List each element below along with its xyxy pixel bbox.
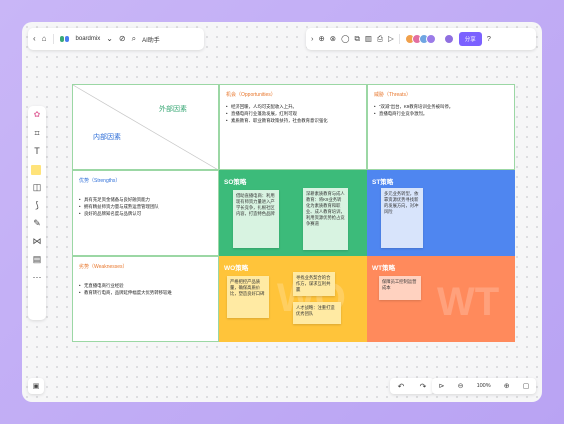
zoom-level[interactable]: 100%	[477, 383, 491, 389]
minimap-button[interactable]: ▣	[28, 378, 44, 394]
wo-strategy-cell[interactable]: WO策略 WO 严格把控产品质量，确保高质价比，塑造良好口碑 寻找业务契合的合作…	[219, 256, 367, 342]
grid-icon[interactable]: ⊗	[330, 35, 336, 43]
sticky-note[interactable]: 人才战略：注重打造优秀团队	[293, 302, 341, 324]
text-tool-icon[interactable]: T	[31, 147, 43, 159]
zoom-in-icon[interactable]: ⊕	[504, 382, 510, 390]
user-avatar[interactable]	[443, 34, 454, 44]
list-item: 直播电商行业竞争激烈。	[374, 110, 514, 117]
top-left-toolbar: ‹ ⌂ boardmix ⌄ ⊘ ⌕ AI助手	[28, 28, 204, 50]
sticky-note[interactable]: 寻找业务契合的合作方，谋求互利共赢	[293, 272, 335, 296]
list-item: 经济回暖，人均可支配收入上升。	[226, 103, 366, 110]
sticky-note[interactable]: 多元业务转型，依靠资源优势寻找新的发展方向，对冲风险	[381, 188, 423, 248]
brand-name[interactable]: boardmix	[76, 36, 101, 42]
so-strategy-label: SO策略	[224, 179, 247, 186]
present-icon[interactable]: ▷	[388, 35, 394, 43]
zoom-controls: ⊳ ⊖ 100% ⊕ ▢	[432, 378, 536, 394]
avatar[interactable]	[425, 34, 436, 44]
minimap-icon: ▣	[32, 383, 40, 390]
list-item: 拥有精益师资力量与成熟运营管理团队	[79, 203, 218, 210]
chevron-down-icon[interactable]: ⌄	[106, 35, 113, 43]
divider	[52, 34, 54, 44]
opportunities-list: 经济回暖，人均可支配收入上升。 直播电商行业蓬勃发展，红利可观 素质教育、职业教…	[226, 103, 366, 124]
share-label: 分享	[464, 37, 476, 43]
color-palette-icon[interactable]: ✿	[31, 111, 43, 123]
frame-icon[interactable]: ⧉	[355, 35, 360, 43]
back-icon[interactable]: ‹	[33, 35, 36, 43]
more-tools-icon[interactable]: ⋯	[31, 273, 43, 285]
list-item: 直播电商行业蓬勃发展，红利可观	[226, 110, 366, 117]
opportunities-title: 机会（Opportunities）	[226, 92, 276, 98]
st-strategy-label: ST策略	[372, 179, 394, 186]
expand-icon[interactable]: ›	[311, 35, 314, 43]
strengths-list: 具有充足资金储备与良好融资能力 拥有精益师资力量与成熟运营管理团队 良好的品牌知…	[79, 196, 218, 217]
so-strategy-cell[interactable]: SO策略 借助直播电商：利用现有师资力量进入产学长竞争，扎根社区内容，打造特色品…	[219, 170, 367, 256]
chart-icon[interactable]: ▥	[365, 35, 372, 43]
connector-tool-icon[interactable]: ⟆	[31, 201, 43, 213]
redo-icon[interactable]: ↷	[420, 382, 427, 391]
wt-strategy-label: WT策略	[372, 265, 396, 272]
home-icon[interactable]: ⌂	[42, 35, 47, 43]
template-icon[interactable]: ⎙	[377, 35, 383, 43]
frame-tool-icon[interactable]: ⌗	[31, 129, 43, 141]
select-icon[interactable]: ⊳	[439, 382, 445, 390]
zoom-out-icon[interactable]: ⊖	[458, 382, 464, 390]
undo-icon[interactable]: ↶	[398, 382, 405, 391]
wt-watermark: WT	[437, 280, 500, 324]
comment-icon[interactable]: ◯	[341, 35, 349, 43]
weaknesses-list: 无直播电商行业经验 教育转行电商，品牌延伸幅度大优势转移较难	[79, 282, 218, 296]
threats-list: “双减”出台，K9教育培训业务被叫停。 直播电商行业竞争激烈。	[374, 103, 514, 117]
list-item: 教育转行电商，品牌延伸幅度大优势转移较难	[79, 289, 218, 296]
mindmap-tool-icon[interactable]: ⋈	[31, 237, 43, 249]
table-tool-icon[interactable]: ▤	[31, 255, 43, 267]
weaknesses-cell[interactable]: 劣势（Weaknesses） 无直播电商行业经验 教育转行电商，品牌延伸幅度大优…	[72, 256, 219, 342]
weaknesses-title: 劣势（Weaknesses）	[79, 264, 128, 270]
matrix-header-cell[interactable]: 外部因素 内部因素	[72, 84, 219, 170]
sticky-note-icon[interactable]	[31, 165, 43, 177]
strengths-cell[interactable]: 优势（Strengths） 具有充足资金储备与良好融资能力 拥有精益师资力量与成…	[72, 170, 219, 256]
diagonal-line	[73, 85, 218, 169]
list-item: 具有充足资金储备与良好融资能力	[79, 196, 218, 203]
list-item: 无直播电商行业经验	[79, 282, 218, 289]
opportunities-cell[interactable]: 机会（Opportunities） 经济回暖，人均可支配收入上升。 直播电商行业…	[219, 84, 367, 170]
sticky-note[interactable]: 保障员工控制运营成本	[379, 276, 421, 300]
share-button[interactable]: 分享	[458, 32, 482, 46]
top-right-toolbar: › ⊕ ⊗ ◯ ⧉ ▥ ⎙ ▷ 分享 ?	[306, 28, 536, 50]
outer-factor-label: 外部因素	[159, 106, 187, 113]
left-tool-palette: ✿ ⌗ T ◫ ⟆ ✎ ⋈ ▤ ⋯	[28, 106, 46, 320]
shape-tool-icon[interactable]: ◫	[31, 183, 43, 195]
ai-assistant-button[interactable]: AI助手	[142, 35, 160, 44]
strengths-title: 优势（Strengths）	[79, 178, 121, 184]
fit-screen-icon[interactable]: ▢	[523, 382, 530, 390]
wt-strategy-cell[interactable]: WT策略 WT 保障员工控制运营成本	[367, 256, 515, 342]
pen-tool-icon[interactable]: ✎	[31, 219, 43, 231]
sticky-note[interactable]: 严格把控产品质量，确保高质价比，塑造良好口碑	[227, 276, 269, 318]
app-window: ‹ ⌂ boardmix ⌄ ⊘ ⌕ AI助手 › ⊕ ⊗ ◯ ⧉ ▥ ⎙ ▷ …	[22, 22, 542, 402]
threats-title: 威胁（Threats）	[374, 92, 411, 98]
tag-icon[interactable]: ⊘	[119, 35, 126, 43]
wo-strategy-label: WO策略	[224, 265, 249, 272]
sticky-note[interactable]: 借助直播电商：利用现有师资力量进入产学长竞争，扎根社区内容，打造特色品牌	[233, 190, 279, 248]
threats-cell[interactable]: 威胁（Threats） “双减”出台，K9教育培训业务被叫停。 直播电商行业竞争…	[367, 84, 515, 170]
sticky-note[interactable]: 深耕素质教育与成人教育：将K9业务转化为素质教育和职业、成人教育培训，利用资源优…	[303, 188, 348, 250]
divider	[398, 34, 400, 44]
st-strategy-cell[interactable]: ST策略 多元业务转型，依靠资源优势寻找新的发展方向，对冲风险	[367, 170, 515, 256]
sticky-note-icon	[31, 165, 41, 175]
list-item: “双减”出台，K9教育培训业务被叫停。	[374, 103, 514, 110]
collaborator-avatars[interactable]	[404, 34, 436, 44]
add-icon[interactable]: ⊕	[319, 35, 325, 43]
help-icon[interactable]: ?	[487, 35, 491, 43]
boardmix-logo	[59, 35, 70, 43]
search-icon[interactable]: ⌕	[132, 35, 136, 43]
list-item: 良好的品牌知名度与品牌认可	[79, 210, 218, 217]
list-item: 素质教育、职业教育政策扶持，社会教育意识强化	[226, 117, 366, 124]
inner-factor-label: 内部因素	[93, 134, 121, 141]
history-controls: ↶ ↷	[390, 378, 434, 394]
ai-assistant-label: AI助手	[142, 37, 160, 44]
